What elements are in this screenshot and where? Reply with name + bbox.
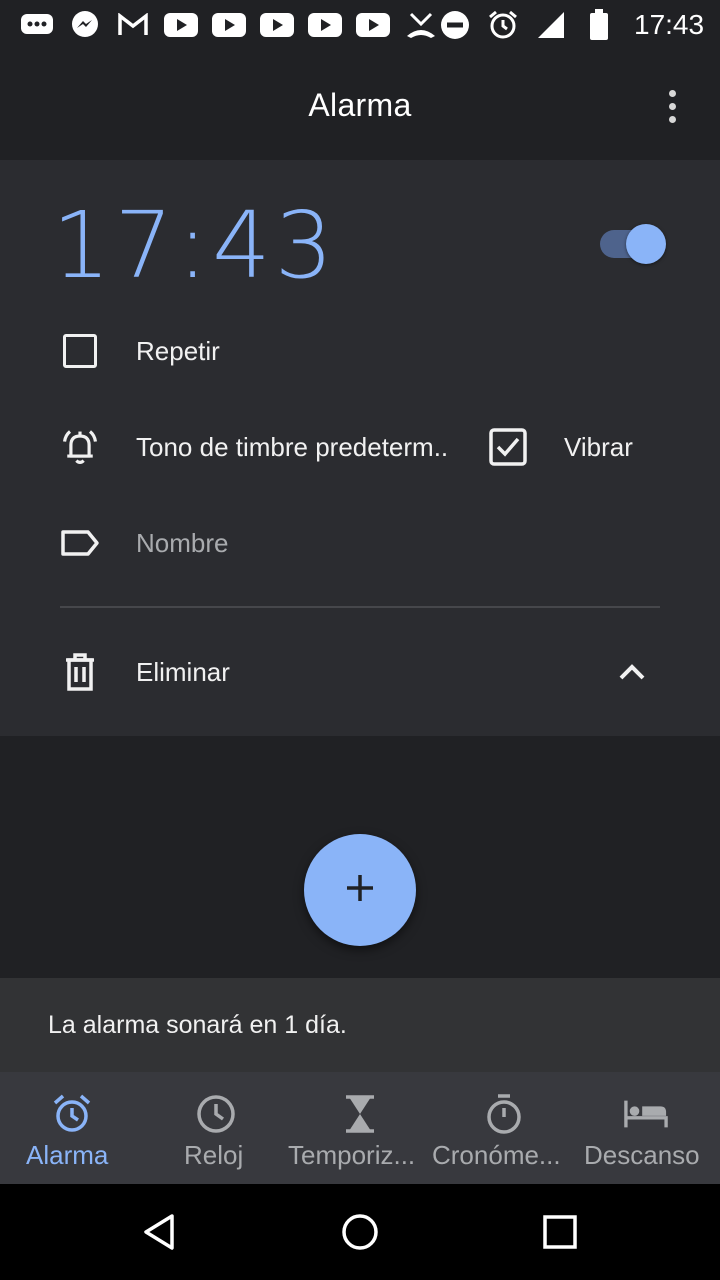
battery-icon bbox=[582, 8, 616, 42]
snackbar: La alarma sonará en 1 día. bbox=[0, 978, 720, 1072]
signal-icon bbox=[534, 8, 568, 42]
stopwatch-icon bbox=[482, 1092, 526, 1136]
notification-icons bbox=[20, 8, 438, 42]
system-nav bbox=[0, 1184, 720, 1280]
repeat-row[interactable]: Repetir bbox=[0, 315, 720, 387]
plus-icon bbox=[344, 872, 376, 909]
alarm-icon bbox=[486, 8, 520, 42]
bed-icon bbox=[624, 1092, 668, 1136]
tab-label: Descanso bbox=[584, 1140, 700, 1170]
hourglass-icon bbox=[338, 1092, 382, 1136]
ringtone-label[interactable]: Tono de timbre predeterm.. bbox=[136, 432, 448, 463]
vibrate-checkbox[interactable] bbox=[488, 427, 528, 467]
messenger-icon bbox=[68, 8, 102, 42]
gmail-icon bbox=[116, 8, 150, 42]
tab-label: Cronóme... bbox=[432, 1140, 561, 1170]
tab-label: Alarma bbox=[26, 1140, 109, 1170]
app-bar: Alarma bbox=[0, 50, 720, 160]
alarm-time[interactable]: 17:43 bbox=[52, 200, 337, 292]
chat-icon bbox=[20, 8, 54, 42]
alarm-toggle[interactable] bbox=[598, 224, 666, 264]
youtube-icon bbox=[356, 8, 390, 42]
alarm-card[interactable]: 17:43 Repetir Tono de timbre predeterm.. bbox=[0, 160, 720, 736]
name-row[interactable]: Nombre bbox=[0, 507, 720, 579]
tab-descanso[interactable]: Descanso bbox=[576, 1072, 720, 1184]
repeat-checkbox[interactable] bbox=[60, 331, 100, 371]
status-bar: 17:43 bbox=[0, 0, 720, 50]
vibrate-label: Vibrar bbox=[564, 431, 633, 462]
delete-row[interactable]: Eliminar bbox=[0, 636, 720, 708]
youtube-icon bbox=[260, 8, 294, 42]
repeat-label: Repetir bbox=[136, 335, 220, 366]
missed-call-icon bbox=[404, 8, 438, 42]
tab-temporizador[interactable]: Temporiz... bbox=[288, 1072, 432, 1184]
bell-icon bbox=[60, 427, 100, 467]
status-time: 17:43 bbox=[634, 9, 705, 40]
label-icon bbox=[60, 523, 100, 563]
back-icon[interactable] bbox=[136, 1208, 184, 1256]
youtube-icon bbox=[164, 8, 198, 42]
tab-reloj[interactable]: Reloj bbox=[144, 1072, 288, 1184]
tab-label: Reloj bbox=[184, 1140, 244, 1170]
add-alarm-button[interactable] bbox=[304, 834, 416, 946]
name-field[interactable]: Nombre bbox=[136, 528, 228, 559]
tab-cronometro[interactable]: Cronóme... bbox=[432, 1072, 576, 1184]
do-not-disturb-icon bbox=[438, 8, 472, 42]
recents-icon[interactable] bbox=[536, 1208, 584, 1256]
tab-label: Temporiz... bbox=[288, 1140, 416, 1170]
youtube-icon bbox=[308, 8, 342, 42]
divider bbox=[60, 606, 660, 608]
delete-button[interactable]: Eliminar bbox=[136, 657, 230, 688]
tab-alarma[interactable]: Alarma bbox=[0, 1072, 144, 1184]
alarm-icon bbox=[50, 1092, 94, 1136]
snackbar-message: La alarma sonará en 1 día. bbox=[48, 1010, 347, 1039]
trash-icon bbox=[60, 652, 100, 692]
chevron-up-icon[interactable] bbox=[612, 652, 652, 692]
youtube-icon bbox=[212, 8, 246, 42]
page-title: Alarma bbox=[308, 86, 412, 123]
home-icon[interactable] bbox=[336, 1208, 384, 1256]
more-vert-icon[interactable] bbox=[652, 86, 692, 126]
bottom-nav: Alarma Reloj Temporiz... Cronóme... Desc… bbox=[0, 1072, 720, 1184]
ringtone-row[interactable]: Tono de timbre predeterm.. Vibrar bbox=[0, 411, 720, 483]
clock-icon bbox=[194, 1092, 238, 1136]
